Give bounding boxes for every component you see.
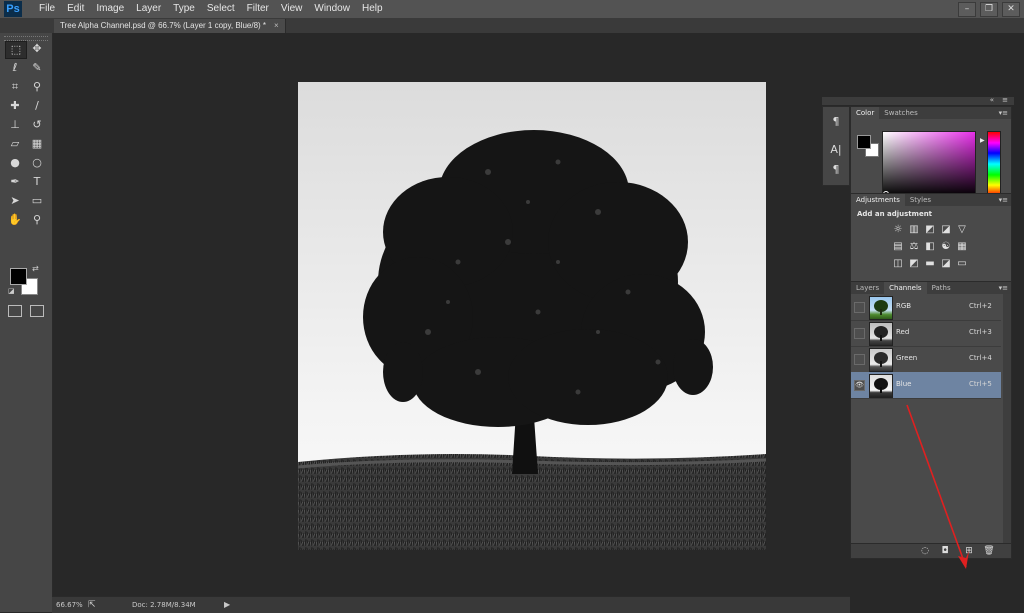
annotation-arrow xyxy=(906,404,969,569)
